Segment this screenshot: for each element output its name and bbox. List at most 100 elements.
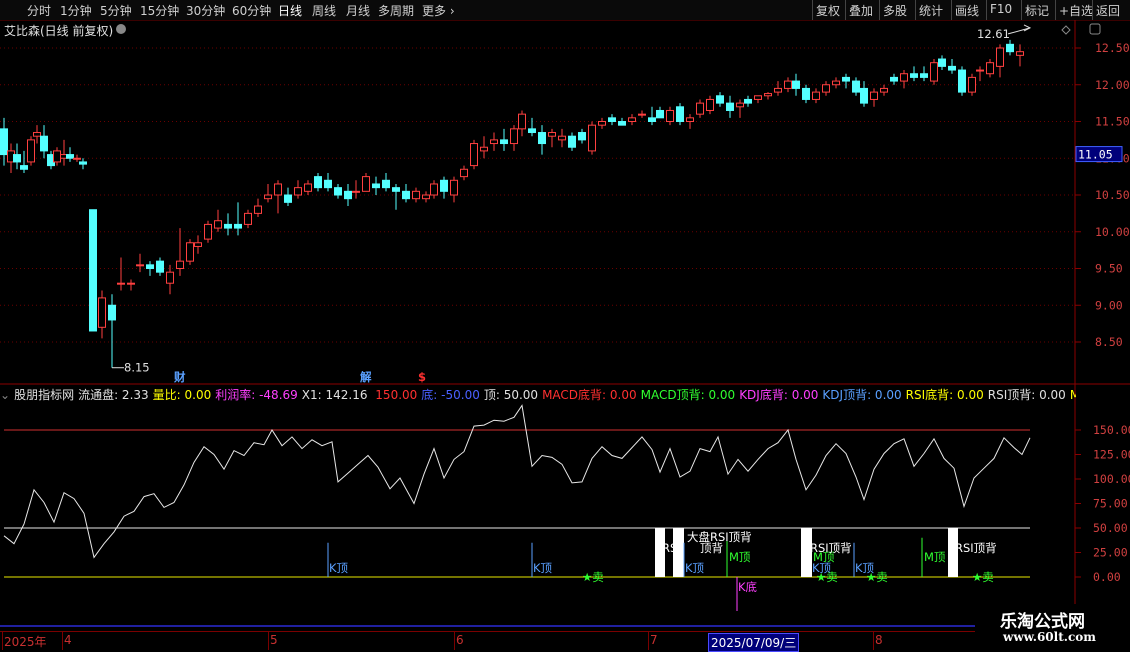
period-tab-9[interactable]: 多周期	[378, 2, 414, 19]
candle-body[interactable]	[186, 242, 194, 262]
toolbar-action-1[interactable]: 叠加	[849, 2, 873, 19]
candle-body[interactable]	[460, 168, 468, 178]
candle-body[interactable]	[422, 194, 430, 200]
candle-body[interactable]	[234, 223, 242, 229]
candle-body[interactable]	[716, 95, 724, 104]
candle-body[interactable]	[98, 297, 106, 328]
candle-body[interactable]	[127, 282, 135, 285]
period-tab-8[interactable]: 月线	[346, 2, 370, 19]
candle-body[interactable]	[450, 179, 458, 196]
candle-body[interactable]	[66, 154, 74, 159]
candle-body[interactable]	[156, 260, 164, 273]
candle-body[interactable]	[890, 76, 898, 82]
candle-body[interactable]	[618, 121, 626, 126]
candle-body[interactable]	[224, 223, 232, 229]
candle-body[interactable]	[166, 271, 174, 284]
candle-body[interactable]	[1006, 43, 1014, 53]
period-tab-4[interactable]: 30分钟	[186, 2, 225, 19]
candle-body[interactable]	[938, 58, 946, 67]
candle-body[interactable]	[568, 135, 576, 148]
candle-body[interactable]	[294, 187, 302, 196]
indicator-menu-icon[interactable]: ⌄	[0, 388, 10, 402]
candle-body[interactable]	[214, 220, 222, 229]
candle-body[interactable]	[686, 117, 694, 122]
candle-body[interactable]	[638, 113, 646, 116]
candle-body[interactable]	[244, 212, 252, 225]
candle-body[interactable]	[784, 80, 792, 89]
candle-body[interactable]	[852, 80, 860, 93]
candle-body[interactable]	[108, 304, 116, 321]
candle-body[interactable]	[136, 264, 144, 267]
candle-body[interactable]	[176, 260, 184, 269]
candle-body[interactable]	[0, 128, 8, 156]
candle-body[interactable]	[79, 161, 87, 165]
candle-body[interactable]	[490, 139, 498, 145]
candle-body[interactable]	[538, 132, 546, 145]
candle-body[interactable]	[598, 121, 606, 126]
candle-body[interactable]	[860, 87, 868, 104]
candle-body[interactable]	[920, 73, 928, 78]
period-tab-0[interactable]: 分时	[27, 2, 51, 19]
period-tab-7[interactable]: 周线	[312, 2, 336, 19]
candle-body[interactable]	[986, 62, 994, 75]
candle-body[interactable]	[40, 135, 48, 152]
panel-settings-icon[interactable]	[1089, 23, 1101, 35]
candle-body[interactable]	[13, 154, 21, 163]
toolbar-action-0[interactable]: 复权	[816, 2, 840, 19]
candle-body[interactable]	[402, 190, 410, 200]
candle-body[interactable]	[996, 47, 1004, 67]
toolbar-action-4[interactable]: 画线	[955, 2, 979, 19]
candle-body[interactable]	[304, 183, 312, 192]
candle-body[interactable]	[470, 143, 478, 167]
candle-body[interactable]	[204, 223, 212, 240]
candle-body[interactable]	[900, 73, 908, 82]
candle-body[interactable]	[726, 102, 734, 111]
candle-body[interactable]	[430, 183, 438, 196]
chart-canvas[interactable]: 12.5012.0011.5011.0010.5010.009.509.008.…	[0, 20, 1130, 631]
candle-body[interactable]	[870, 91, 878, 100]
toolbar-action-5[interactable]: F10	[990, 2, 1012, 16]
toolbar-action-7[interactable]: +自选	[1059, 2, 1093, 19]
toolbar-action-8[interactable]: 返回	[1096, 2, 1120, 19]
candle-body[interactable]	[518, 113, 526, 130]
candle-body[interactable]	[676, 106, 684, 123]
candle-body[interactable]	[910, 73, 918, 78]
toolbar-action-3[interactable]: 统计	[919, 2, 943, 19]
candle-body[interactable]	[412, 190, 420, 200]
candle-body[interactable]	[822, 84, 830, 93]
candle-body[interactable]	[274, 183, 282, 196]
candle-body[interactable]	[958, 69, 966, 93]
period-tab-6[interactable]: 日线	[278, 2, 302, 19]
candle-body[interactable]	[500, 139, 508, 145]
candle-body[interactable]	[628, 117, 636, 122]
candle-body[interactable]	[324, 179, 332, 189]
candle-body[interactable]	[1016, 51, 1024, 56]
toolbar-action-2[interactable]: 多股	[883, 2, 907, 19]
candle-body[interactable]	[480, 146, 488, 152]
candle-body[interactable]	[334, 187, 342, 196]
candle-body[interactable]	[344, 190, 352, 200]
candle-body[interactable]	[880, 87, 888, 93]
candle-body[interactable]	[706, 98, 714, 111]
candle-body[interactable]	[802, 87, 810, 100]
candle-body[interactable]	[976, 69, 984, 72]
candle-body[interactable]	[73, 157, 81, 160]
period-tab-1[interactable]: 1分钟	[60, 2, 92, 19]
candle-body[interactable]	[392, 187, 400, 192]
candle-body[interactable]	[254, 205, 262, 214]
diamond-icon[interactable]	[1061, 25, 1071, 35]
candle-body[interactable]	[812, 91, 820, 100]
candle-body[interactable]	[284, 194, 292, 203]
candle-body[interactable]	[362, 176, 370, 192]
candle-body[interactable]	[588, 124, 596, 152]
candle-body[interactable]	[20, 165, 28, 170]
candle-body[interactable]	[648, 117, 656, 122]
candle-body[interactable]	[948, 65, 956, 71]
candle-body[interactable]	[774, 87, 782, 93]
candle-body[interactable]	[33, 132, 41, 137]
candle-body[interactable]	[27, 139, 35, 163]
candle-body[interactable]	[736, 102, 744, 108]
candle-body[interactable]	[744, 98, 752, 104]
candle-body[interactable]	[146, 264, 154, 269]
toolbar-action-6[interactable]: 标记	[1025, 2, 1049, 19]
